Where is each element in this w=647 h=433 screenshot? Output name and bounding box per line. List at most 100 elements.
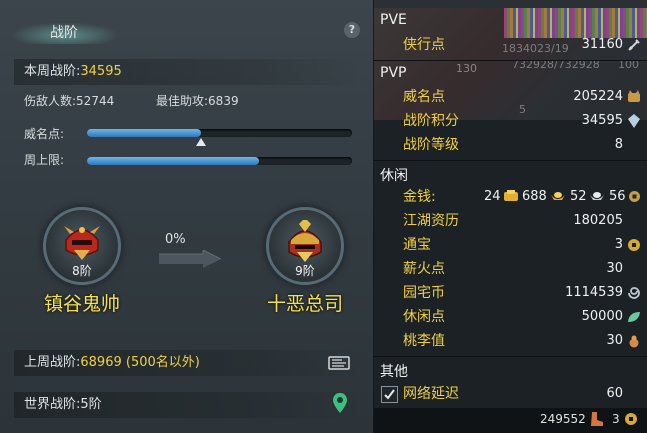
- weekcap-bar: [87, 157, 352, 165]
- copper-coin-icon: [629, 191, 640, 202]
- current-rank-name: 镇谷鬼帅: [43, 293, 120, 315]
- swirl-icon: [628, 287, 640, 299]
- gold-helmet-icon: [288, 220, 322, 262]
- silver-yuanbao-icon: [590, 192, 604, 200]
- red-helmet-icon: [64, 226, 100, 260]
- other-item-latency: 网络延迟 60: [374, 382, 647, 406]
- help-icon[interactable]: ?: [344, 22, 360, 38]
- hurt-value: 52744: [76, 94, 115, 108]
- weiming-label: 威名点: [403, 89, 445, 105]
- leisure-item-tongbao: 通宝 3: [374, 233, 647, 257]
- taoli-value: 30: [606, 333, 623, 348]
- next-rank-name: 十恶总司: [266, 293, 343, 315]
- taoli-label: 桃李值: [403, 333, 445, 349]
- money-copper: 52: [570, 189, 587, 204]
- yuanzhai-value: 1114539: [565, 285, 623, 300]
- money-silver: 688: [522, 189, 547, 204]
- top-strip: [374, 0, 647, 8]
- assist-label: 最佳助攻:: [156, 94, 209, 108]
- jianghu-label: 江湖资历: [403, 213, 459, 229]
- level-value: 8: [614, 137, 623, 152]
- ranking-list-icon[interactable]: [328, 355, 350, 371]
- crystal-icon: [628, 114, 640, 128]
- score-value: 34595: [581, 113, 623, 128]
- pve-item-xiaxing: 侠行点 31160: [374, 33, 647, 57]
- hurt-label: 伤敌人数:: [24, 94, 77, 108]
- divider: [374, 160, 647, 161]
- world-rank-row: 世界战阶:5阶: [14, 392, 364, 418]
- world-rank-value: 5阶: [80, 397, 102, 412]
- bottom-points: 249552: [540, 412, 586, 426]
- overlay-level: 130: [456, 62, 477, 75]
- leisure-item-xinhuo: 薪火点 30: [374, 257, 647, 281]
- jianghu-value: 180205: [573, 213, 623, 228]
- leisure-item-taoli: 桃李值 30: [374, 329, 647, 353]
- pvp-header: PVP: [380, 65, 407, 81]
- last-week-row: 上周战阶:68969 (500名以外): [14, 350, 364, 376]
- assist-value: 6839: [208, 94, 239, 108]
- weekly-rank-value: 34595: [80, 64, 122, 79]
- location-pin-icon[interactable]: [332, 392, 348, 414]
- warrank-panel: 战阶 ? 本周战阶:34595 伤敌人数:52744 最佳助攻:6839 威名点…: [0, 0, 374, 433]
- pvp-item-level: 战阶等级 8: [374, 133, 647, 157]
- cat-icon: [628, 90, 640, 102]
- money-label: 金钱:: [403, 189, 436, 205]
- bottom-coins: 3: [612, 412, 620, 426]
- next-rank-arrow-icon: [159, 250, 221, 268]
- xiuxian-label: 休闲点: [403, 309, 445, 325]
- assist-stat: 最佳助攻:6839: [156, 92, 239, 109]
- prestige-marker: [195, 138, 206, 146]
- rank-progress-percent: 0%: [165, 232, 186, 247]
- latency-label: 网络延迟: [403, 386, 459, 402]
- next-tier: 9阶: [295, 264, 315, 278]
- bottom-status-bar: 249552 3: [374, 408, 647, 433]
- tongbao-label: 通宝: [403, 237, 431, 253]
- xiuxian-value: 50000: [581, 309, 623, 324]
- money-coin: 56: [609, 189, 626, 204]
- tongbao-value: 3: [614, 237, 623, 252]
- money-gold: 24: [484, 189, 501, 204]
- currency-panel: 1834023/19 130 732928/732928 100 5 PVE 侠…: [374, 0, 647, 433]
- current-tier: 8阶: [72, 264, 92, 278]
- weekcap-label: 周上限:: [24, 153, 65, 167]
- weekcap-bar-fill: [87, 157, 260, 165]
- world-rank-label: 世界战阶:: [24, 397, 81, 412]
- last-week-label: 上周战阶:: [24, 355, 81, 370]
- stats-row: 伤敌人数:52744 最佳助攻:6839: [24, 92, 364, 109]
- weekly-rank-label: 本周战阶:: [24, 64, 81, 79]
- boot-icon: [591, 412, 603, 426]
- gold-ingot-icon: [504, 190, 518, 201]
- weekly-rank-row: 本周战阶:34595: [14, 59, 364, 85]
- prestige-bar: [87, 129, 352, 137]
- xinhuo-value: 30: [606, 261, 623, 276]
- leaf-icon: [628, 312, 640, 322]
- pve-header: PVE: [380, 12, 407, 28]
- gourd-icon: [629, 335, 639, 348]
- score-label: 战阶积分: [403, 113, 459, 129]
- other-header: 其他: [380, 364, 408, 380]
- xiaxing-label: 侠行点: [403, 37, 445, 53]
- divider: [374, 60, 647, 61]
- yuanzhai-label: 园宅币: [403, 285, 445, 301]
- pvp-item-weiming: 威名点 205224: [374, 85, 647, 109]
- xinhuo-label: 薪火点: [403, 261, 445, 277]
- latency-value: 60: [606, 386, 623, 401]
- level-label: 战阶等级: [403, 137, 459, 153]
- pvp-item-score: 战阶积分 34595: [374, 109, 647, 133]
- coin-icon: [628, 239, 640, 251]
- xiaxing-value: 31160: [581, 37, 623, 52]
- coin-icon: [625, 413, 637, 425]
- leisure-item-xiuxian: 休闲点 50000: [374, 305, 647, 329]
- panel-header: 战阶: [0, 14, 373, 48]
- leisure-header: 休闲: [380, 168, 408, 184]
- divider: [374, 356, 647, 357]
- weiming-value: 205224: [573, 89, 623, 104]
- sword-icon: [628, 39, 640, 51]
- prestige-label: 威名点:: [24, 127, 65, 141]
- prestige-bar-fill: [87, 129, 201, 137]
- panel-title: 战阶: [50, 25, 78, 41]
- leisure-item-jianghu: 江湖资历 180205: [374, 209, 647, 233]
- leisure-item-yuanzhai: 园宅币 1114539: [374, 281, 647, 305]
- last-week-value: 68969 (500名以外): [80, 355, 200, 370]
- money-row: 金钱: 24 688 52 56: [374, 185, 647, 209]
